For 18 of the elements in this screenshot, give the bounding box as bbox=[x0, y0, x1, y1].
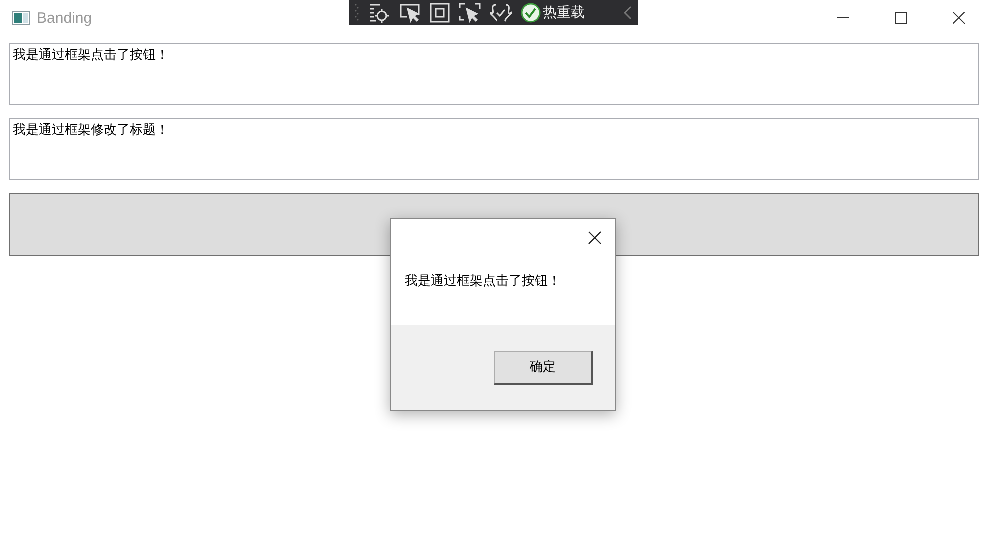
hot-reload-label[interactable]: 热重载 bbox=[543, 4, 585, 22]
grip-icon bbox=[355, 2, 359, 22]
app-icon bbox=[12, 11, 30, 25]
ok-button[interactable]: 确定 bbox=[494, 350, 593, 384]
close-icon bbox=[953, 12, 965, 24]
select-region-icon[interactable] bbox=[459, 2, 481, 22]
collapse-chevron-icon[interactable] bbox=[624, 6, 632, 20]
square-icon[interactable] bbox=[430, 2, 450, 22]
select-arrow-icon[interactable] bbox=[399, 2, 421, 22]
close-icon bbox=[588, 231, 602, 245]
sync-icon[interactable] bbox=[490, 2, 512, 22]
inspect-icon[interactable] bbox=[368, 2, 390, 22]
text-box[interactable]: 我是通过框架修改了标题！ bbox=[9, 118, 979, 180]
window-title: Banding bbox=[37, 10, 92, 26]
dialog-message: 我是通过框架点击了按钮！ bbox=[405, 273, 561, 290]
maximize-icon bbox=[895, 12, 907, 24]
text-box[interactable]: 我是通过框架点击了按钮！ bbox=[9, 43, 979, 105]
check-circle-icon bbox=[521, 2, 541, 22]
